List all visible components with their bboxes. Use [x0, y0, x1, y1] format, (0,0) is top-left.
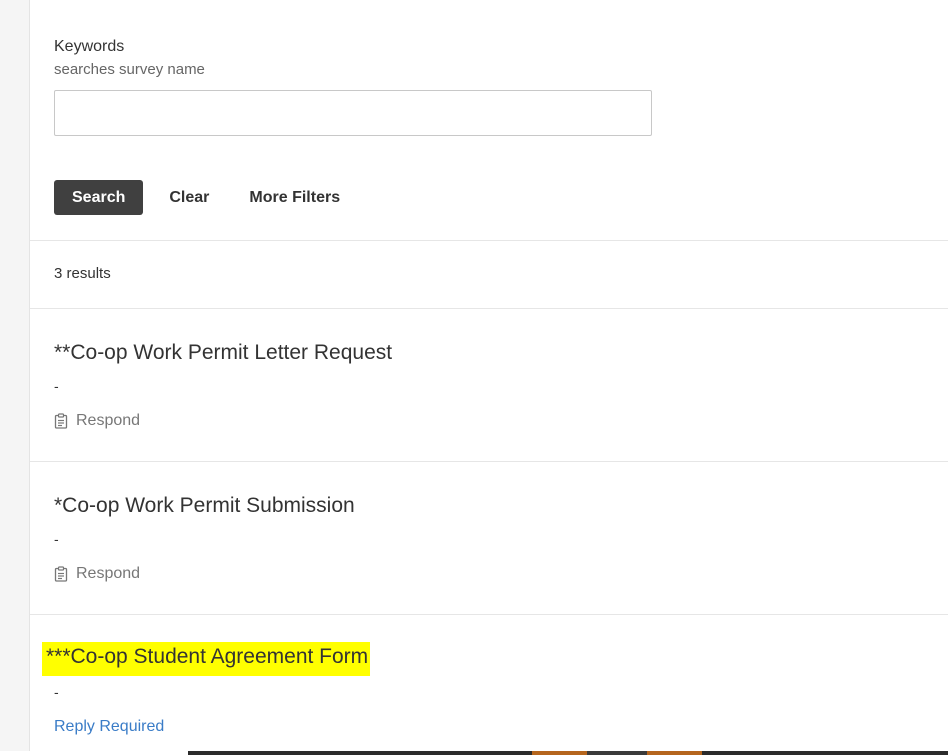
result-title[interactable]: **Co-op Work Permit Letter Request [54, 340, 934, 366]
divider [30, 240, 948, 241]
taskbar-edge [0, 751, 948, 755]
reply-required-link[interactable]: Reply Required [54, 718, 164, 736]
result-description: - [54, 531, 59, 547]
search-button[interactable]: Search [54, 180, 144, 215]
divider [30, 614, 948, 615]
result-description: - [54, 684, 59, 700]
result-title[interactable]: *Co-op Work Permit Submission [54, 493, 934, 519]
respond-label: Respond [76, 565, 141, 582]
keywords-input[interactable] [54, 90, 652, 136]
keywords-filter: Keywords searches survey name [54, 38, 205, 78]
result-item: **Co-op Work Permit Letter Request - Res… [54, 340, 934, 430]
filter-buttons: Search Clear More Filters [54, 180, 340, 215]
clear-button[interactable]: Clear [169, 189, 209, 207]
divider [30, 308, 948, 309]
result-item: ***Co-op Student Agreement Form - Reply … [42, 642, 934, 736]
clipboard-icon [54, 413, 68, 429]
respond-link[interactable]: Respond [54, 565, 934, 583]
result-description: - [54, 378, 59, 394]
survey-search-panel: Keywords searches survey name Search Cle… [30, 0, 948, 755]
more-filters-button[interactable]: More Filters [249, 189, 340, 207]
respond-label: Respond [76, 412, 141, 429]
keywords-label: Keywords [54, 38, 125, 55]
result-item: *Co-op Work Permit Submission - Respond [54, 493, 934, 583]
respond-link[interactable]: Respond [54, 412, 934, 430]
keywords-hint: searches survey name [54, 61, 205, 78]
results-count: 3 results [54, 265, 111, 282]
result-title[interactable]: ***Co-op Student Agreement Form [42, 642, 371, 676]
divider [30, 461, 948, 462]
left-sidebar-strip [0, 0, 30, 755]
clipboard-icon [54, 566, 68, 582]
